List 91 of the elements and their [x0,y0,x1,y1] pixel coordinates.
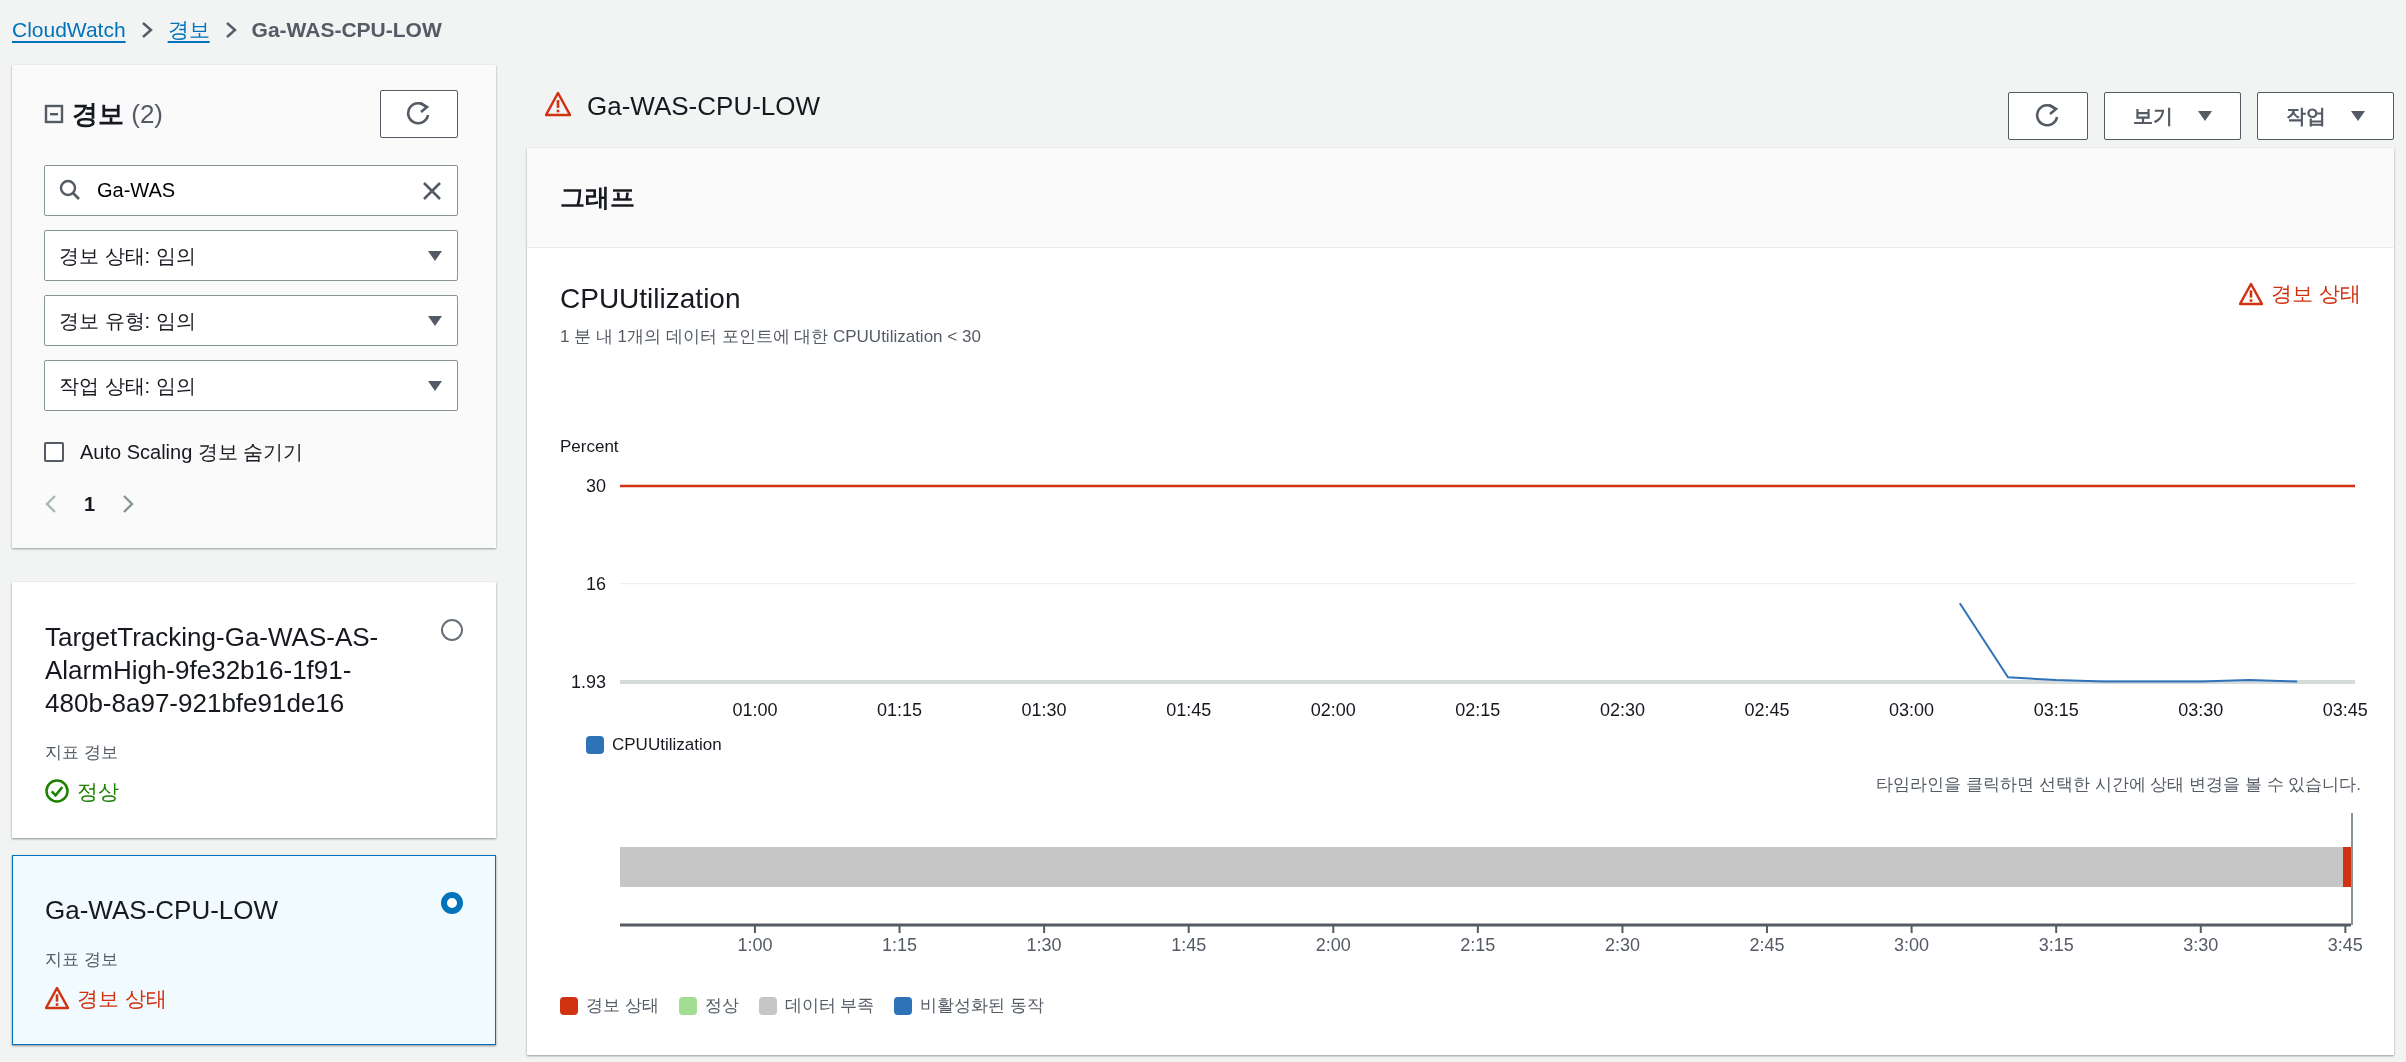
alarm-name: TargetTracking-Ga-WAS-AS-AlarmHigh-9fe32b16-1f91-480b-8a97-921bfe91de16 [45,621,380,720]
warning-icon [545,91,571,117]
tick-mark [2055,924,2058,934]
caret-icon [2196,109,2213,123]
caret-icon [427,313,443,328]
collapse-icon[interactable] [44,104,64,124]
tick-mark [898,924,901,934]
alarm-state: 경보 상태 [2271,281,2361,307]
close-icon[interactable] [422,181,442,201]
tick-label: 30 [585,476,606,496]
tick-label: 03:00 [1889,700,1935,720]
tick-label: 16 [585,573,606,594]
panel-title: 경보 (2) [72,97,163,131]
filter-dropdown[interactable]: 경보 상태: 임의 [44,230,458,281]
tick-label: 01:30 [1021,700,1067,720]
tick-label: 3:00 [1894,935,1930,953]
tick-mark [1766,924,1769,934]
tick-label: 1:45 [1171,935,1207,953]
tick-label: 01:00 [732,700,778,720]
search-icon [59,179,81,201]
alarm-name: Ga-WAS-CPU-LOW [45,894,280,927]
tick-mark [2199,924,2202,934]
alarm-card[interactable]: TargetTracking-Ga-WAS-AS-AlarmHigh-9fe32b16-1f91-480b-8a97-921bfe91de16 지표 경보 정상 [12,582,496,838]
breadcrumb-link[interactable]: CloudWatch [12,14,126,46]
radio-button[interactable] [441,619,463,641]
tick-mark [1332,924,1335,934]
tick-label: 02:30 [1599,700,1645,720]
tick-label: 2:45 [1749,935,1785,953]
tick-mark [1043,924,1046,934]
tick-label: 03:30 [2178,700,2224,720]
checkbox[interactable] [44,442,64,462]
page-number[interactable]: 1 [84,489,96,519]
tick-label: 02:15 [1455,700,1501,720]
tick-label: 3:15 [2038,935,2074,953]
warning-icon [2239,281,2264,306]
alarm-state: 경보 상태 [77,985,167,1012]
radio-button[interactable] [441,892,463,914]
tick-mark [1187,924,1190,934]
tick-label: 1:30 [1026,935,1062,953]
refresh-icon [2035,103,2061,129]
tick-label: 2:15 [1460,935,1496,953]
legend-label: 데이터 부족 [784,995,875,1017]
tick-label: 01:15 [877,700,923,720]
tick-label: 01:45 [1166,700,1212,720]
search-field[interactable]: Ga-WAS [44,165,458,216]
alarm-type: 지표 경보 [45,949,119,971]
legend-label: 비활성화된 동작 [920,995,1045,1017]
caret-icon [2349,109,2366,123]
breadcrumb-link[interactable]: 경보 [167,14,210,46]
tick-mark [753,924,756,934]
checkbox-label: Auto Scaling 경보 숨기기 [80,440,304,465]
alarm-state: 정상 [77,778,119,805]
tick-label: 03:45 [2322,700,2368,720]
tick-label: 02:45 [1744,700,1790,720]
alarm-title: Ga-WAS-CPU-LOW [587,90,821,123]
breadcrumb-current: Ga-WAS-CPU-LOW [251,17,442,44]
filter-dropdown[interactable]: 작업 상태: 임의 [44,360,458,411]
refresh-button[interactable] [2008,92,2088,140]
check-circle-icon [45,779,69,804]
metric-title: CPUUtilization [560,282,742,316]
tick-mark [2344,924,2347,934]
metric-description: 1 분 내 1개의 데이터 포인트에 대한 CPUUtilization < 30 [560,326,981,348]
alarm-type: 지표 경보 [45,742,119,764]
warning-icon [45,986,69,1011]
caret-icon [427,378,443,393]
axis-title: Percent [560,435,620,458]
filter-dropdown[interactable]: 경보 유형: 임의 [44,295,458,346]
alarm-card[interactable]: Ga-WAS-CPU-LOW 지표 경보 경보 상태 [12,855,496,1045]
tick-label: 1:00 [737,935,773,953]
tick-label: 02:00 [1310,700,1356,720]
tick-label: 2:00 [1315,935,1351,953]
tick-mark [1476,924,1479,934]
refresh-button[interactable] [380,90,458,138]
caret-icon [427,248,443,263]
legend-label: 경보 상태 [586,995,659,1017]
tick-label: 1:15 [882,935,918,953]
chevron-right-icon[interactable] [121,494,136,514]
tick-label: 2:30 [1604,935,1640,953]
legend-label: CPUUtilization [612,734,722,756]
tick-mark [1910,924,1913,934]
tick-mark [1621,924,1624,934]
tick-label: 1.93 [570,672,606,692]
refresh-icon [406,101,432,127]
tick-label: 03:15 [2033,700,2079,720]
tick-label: 3:30 [2183,935,2219,953]
hint-text: 타임라인을 클릭하면 선택한 시간에 상태 변경을 볼 수 있습니다. [1875,773,2361,796]
dropdown-button[interactable]: 작업 [2257,92,2394,140]
panel-title: 그래프 [560,181,635,213]
legend-label: 정상 [704,995,739,1017]
tick-label: 3:45 [2327,935,2363,953]
dropdown-button[interactable]: 보기 [2104,92,2241,140]
